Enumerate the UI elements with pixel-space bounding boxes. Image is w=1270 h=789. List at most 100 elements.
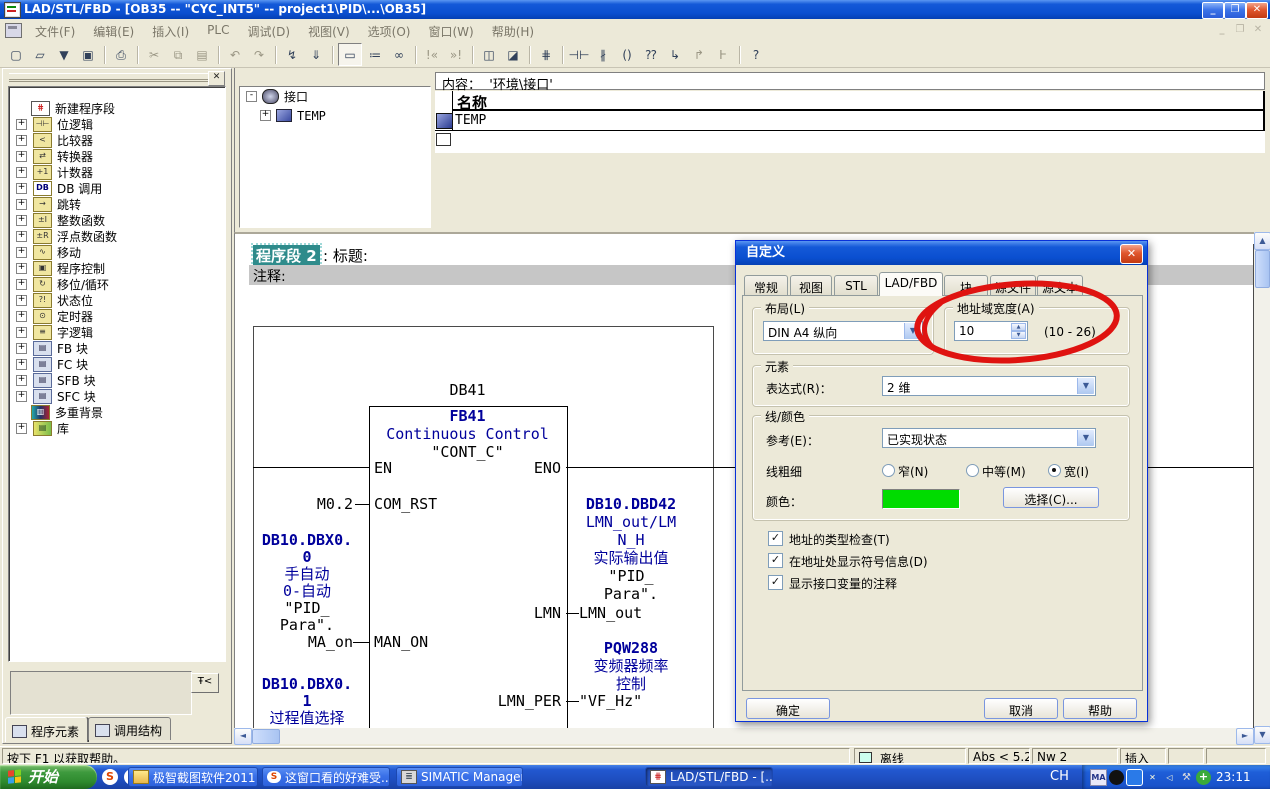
call-structure-icon[interactable]: ↯: [281, 44, 303, 65]
choose-color-button[interactable]: 选择(C)...: [1003, 487, 1099, 508]
expand-toggle[interactable]: +: [16, 343, 27, 354]
tree-item-program-control[interactable]: + ▣ 程序控制: [9, 260, 225, 276]
tab-ladfbd[interactable]: LAD/FBD: [879, 272, 943, 296]
help-cursor-icon[interactable]: ?: [745, 44, 767, 65]
checkbox-type-check[interactable]: ✓: [768, 531, 783, 546]
hscroll-thumb[interactable]: [252, 729, 280, 744]
help-button[interactable]: 帮助: [1063, 698, 1137, 719]
minimize-button[interactable]: _: [1202, 2, 1224, 19]
tree-item-sfb-blocks[interactable]: + ▤ SFB 块: [9, 372, 225, 388]
dropdown-arrow-icon[interactable]: ▼: [1077, 430, 1094, 446]
tab-source-files[interactable]: 源文件: [990, 275, 1036, 295]
tree-item-shift-rotate[interactable]: + ↻ 移位/循环: [9, 276, 225, 292]
download-icon[interactable]: ⇓: [305, 44, 327, 65]
checkbox-symbol-info[interactable]: ✓: [768, 553, 783, 568]
tree-item-counter[interactable]: + +1 计数器: [9, 164, 225, 180]
tab-stl[interactable]: STL: [834, 275, 878, 295]
operand-symbol[interactable]: "VF_Hz": [579, 693, 642, 709]
tab-call-structure[interactable]: 调用结构: [88, 717, 171, 740]
expand-toggle[interactable]: +: [16, 135, 27, 146]
copy-icon[interactable]: ⧉: [167, 44, 189, 65]
tab-source-text[interactable]: 源文本: [1037, 275, 1083, 295]
expand-toggle[interactable]: +: [16, 215, 27, 226]
clock[interactable]: 23:11: [1216, 770, 1251, 784]
pin-en[interactable]: EN: [374, 460, 392, 476]
pin-man-on[interactable]: MAN_ON: [374, 634, 428, 650]
expand-toggle[interactable]: +: [16, 311, 27, 322]
interface-temp[interactable]: + TEMP: [240, 106, 430, 125]
spin-down-icon[interactable]: ▼: [1011, 331, 1026, 339]
scroll-left-icon[interactable]: ◄: [234, 728, 252, 745]
menu-view[interactable]: 视图(V): [299, 19, 359, 42]
expand-toggle[interactable]: +: [16, 423, 27, 434]
contact-nc-icon[interactable]: ∦: [592, 44, 614, 65]
expand-toggle[interactable]: +: [16, 151, 27, 162]
messenger-icon[interactable]: [1126, 769, 1143, 786]
volume-icon[interactable]: ◁: [1162, 770, 1177, 785]
layout-select[interactable]: DIN A4 纵向 ▼: [763, 321, 923, 341]
reference-select[interactable]: 已实现状态 ▼: [882, 428, 1096, 448]
expand-toggle[interactable]: +: [16, 263, 27, 274]
expand-toggle[interactable]: +: [16, 327, 27, 338]
cancel-button[interactable]: 取消: [984, 698, 1058, 719]
radio-medium[interactable]: [966, 464, 979, 477]
expression-select[interactable]: 2 维 ▼: [882, 376, 1096, 396]
operand-address[interactable]: DB10.DBD42: [579, 496, 683, 512]
tree-item-sfc-blocks[interactable]: + ▤ SFC 块: [9, 388, 225, 404]
collapse-toggle[interactable]: -: [246, 91, 257, 102]
operand-address[interactable]: DB10.DBX0.: [257, 532, 357, 548]
insert-element-button[interactable]: Ŧ<: [191, 673, 219, 693]
network-number-badge[interactable]: 程序段 2: [253, 245, 320, 266]
variable-row-temp[interactable]: TEMP: [435, 112, 1265, 131]
radio-wide[interactable]: [1048, 464, 1061, 477]
tree-item-jump[interactable]: + → 跳转: [9, 196, 225, 212]
sogou-quicklaunch-icon[interactable]: S: [102, 769, 118, 785]
paste-icon[interactable]: ▤: [191, 44, 213, 65]
mdi-child-icon[interactable]: [5, 23, 22, 38]
menu-insert[interactable]: 插入(I): [143, 19, 198, 42]
taskbar-item-simatic-manager[interactable]: ≣ SIMATIC Manager ...: [396, 767, 523, 787]
menu-help[interactable]: 帮助(H): [483, 19, 543, 42]
dialog-title-bar[interactable]: 自定义: [736, 241, 1147, 265]
tree-item-float-math[interactable]: + ±R 浮点数函数: [9, 228, 225, 244]
expand-toggle[interactable]: +: [16, 183, 27, 194]
new-variable-row-icon[interactable]: [436, 133, 451, 146]
scroll-right-icon[interactable]: ►: [1236, 728, 1254, 745]
redo-icon[interactable]: ↷: [248, 44, 270, 65]
pin-eno[interactable]: ENO: [461, 460, 561, 476]
tree-item-libraries[interactable]: + ▤ 库: [9, 420, 225, 436]
vertical-scrollbar[interactable]: ▲ ▼: [1254, 232, 1270, 744]
dropdown-arrow-icon[interactable]: ▼: [1077, 378, 1094, 394]
ok-button[interactable]: 确定: [746, 698, 830, 719]
operand-com-rst[interactable]: M0.2: [281, 496, 353, 512]
tree-item-db-call[interactable]: + DB DB 调用: [9, 180, 225, 196]
taskbar-item-ladstlfbd[interactable]: ⋕ LAD/STL/FBD - [...: [645, 767, 773, 787]
license-manager-icon[interactable]: MA: [1090, 769, 1107, 786]
tab-general[interactable]: 常规: [744, 275, 788, 295]
close-button[interactable]: ✕: [1246, 2, 1268, 19]
operand-address[interactable]: DB10.DBX0.: [257, 676, 357, 692]
checkbox-interface-comments[interactable]: ✓: [768, 575, 783, 590]
contact-no-icon[interactable]: ⊣⊢: [568, 44, 590, 65]
network-title[interactable]: : 标题:: [323, 245, 368, 266]
taskbar-item-screenshot-app[interactable]: 极智截图软件2011: [128, 767, 258, 787]
column-header-name[interactable]: 名称: [453, 91, 1265, 111]
address-width-spinner[interactable]: 10 ▲ ▼: [954, 321, 1028, 341]
expand-toggle[interactable]: +: [16, 279, 27, 290]
dialog-close-icon[interactable]: ✕: [1120, 244, 1143, 264]
taskbar-item-browser[interactable]: S 这窗口看的好难受...: [262, 767, 390, 787]
tree-item-converter[interactable]: + ⇄ 转换器: [9, 148, 225, 164]
menu-edit[interactable]: 编辑(E): [84, 19, 143, 42]
menu-file[interactable]: 文件(F): [26, 19, 84, 42]
expand-toggle[interactable]: +: [260, 110, 271, 121]
program-elements-icon[interactable]: ◪: [502, 44, 524, 65]
undo-icon[interactable]: ↶: [224, 44, 246, 65]
tree-item-new-network[interactable]: ⋕ 新建程序段: [9, 100, 225, 116]
tab-view[interactable]: 视图: [790, 275, 832, 295]
radio-narrow[interactable]: [882, 464, 895, 477]
menu-window[interactable]: 窗口(W): [419, 19, 482, 42]
vscroll-thumb[interactable]: [1255, 250, 1270, 288]
coil-icon[interactable]: (): [616, 44, 638, 65]
operand-address[interactable]: 1: [257, 693, 357, 709]
tree-item-move[interactable]: + ∿ 移动: [9, 244, 225, 260]
